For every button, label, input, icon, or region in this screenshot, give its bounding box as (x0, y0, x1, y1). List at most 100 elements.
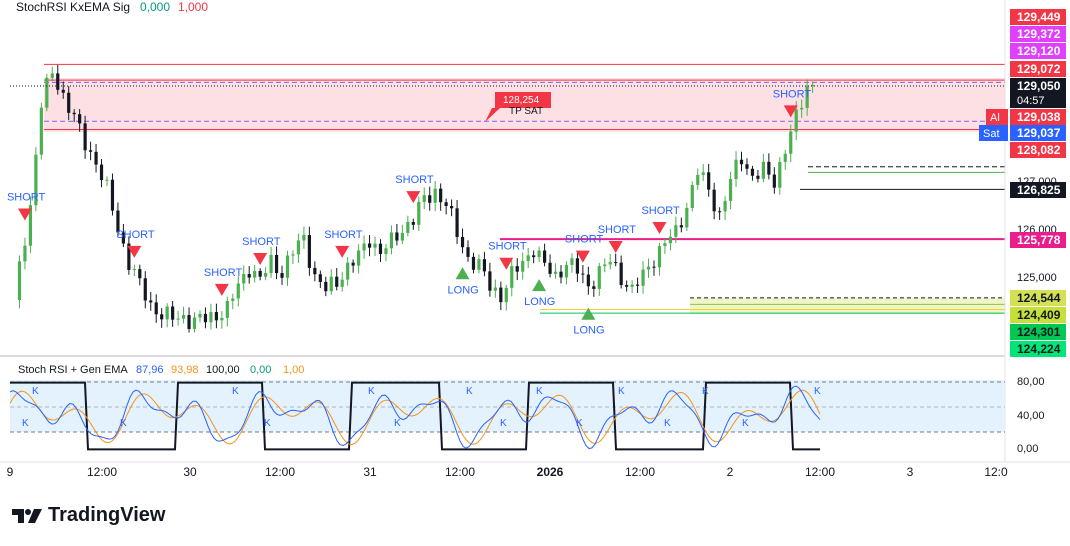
price-label: 124,544 (1017, 291, 1061, 305)
long-label: LONG (524, 296, 555, 308)
price-label: 129,050 (1017, 79, 1061, 93)
candle-body (455, 208, 459, 237)
candle-body (499, 287, 503, 303)
time-label: 12:00 (87, 465, 117, 479)
candle-body (646, 266, 651, 270)
candle-body (324, 281, 328, 292)
candle-body (488, 271, 492, 291)
short-arrow (608, 241, 623, 254)
candle-body (679, 225, 683, 228)
candle-body (154, 302, 158, 315)
candle-body (94, 151, 98, 165)
price-label: 129,120 (1017, 44, 1061, 58)
brand-name: TradingView (48, 504, 166, 526)
candle-body (581, 273, 585, 275)
candle-body (783, 153, 787, 162)
candle-body (504, 287, 508, 303)
osc-k: 87,96 (136, 364, 164, 376)
candle-body (335, 276, 339, 287)
osc-v4: 0,00 (250, 364, 271, 376)
osc-k-marker: K (702, 386, 709, 397)
candle-body (674, 225, 678, 237)
tradingview-logo[interactable]: TradingView (12, 504, 165, 527)
price-label: 129,449 (1017, 10, 1061, 24)
candle-body (274, 254, 279, 274)
candle-body (105, 179, 109, 181)
long-label: LONG (573, 325, 604, 337)
osc-scale-tick: 80,00 (1017, 376, 1045, 388)
candle-body (477, 259, 481, 270)
candle-body (225, 300, 229, 318)
candle-body (575, 258, 580, 274)
candle-body (718, 211, 722, 213)
long-arrow (455, 267, 470, 280)
candle-body (794, 109, 798, 132)
candle-body (389, 232, 394, 249)
price-label: 125,778 (1017, 233, 1061, 247)
candle-body (728, 179, 733, 201)
osc-k-marker: K (618, 386, 625, 397)
candle-body (767, 161, 771, 175)
price-tag: Sat (983, 128, 1000, 140)
candle-body (471, 256, 476, 270)
candle-body (422, 195, 426, 202)
candle-body (559, 271, 563, 278)
candle-body (258, 270, 262, 277)
candle-body (510, 266, 514, 288)
candle-body (367, 243, 372, 248)
candle-body (586, 274, 590, 287)
price-tag: Al (990, 112, 1000, 124)
candle-body (400, 232, 404, 241)
candle-body (214, 312, 218, 321)
candle-body (198, 313, 202, 318)
osc-band (10, 380, 1005, 432)
candle-body (707, 172, 711, 190)
candle-body (614, 262, 618, 264)
short-label: SHORT (116, 229, 155, 241)
candle-body (526, 255, 530, 261)
callout-value: 128,254 (503, 95, 540, 106)
candle-body (209, 312, 213, 323)
candle-body (296, 240, 301, 255)
time-label: 9 (7, 465, 14, 479)
candle-body (99, 164, 104, 181)
short-label: SHORT (324, 229, 363, 241)
candle-body (138, 269, 142, 279)
candle-body (789, 131, 793, 154)
candle-body (553, 271, 558, 274)
candle-body (521, 260, 525, 272)
long-arrow (532, 279, 547, 292)
osc-k-marker: K (742, 418, 749, 429)
candle-body (313, 267, 317, 275)
candle-body (548, 262, 552, 274)
candle-body (88, 150, 93, 152)
candle-body (78, 114, 82, 124)
candle-body (641, 269, 645, 286)
candle-body (362, 243, 366, 251)
osc-k-marker: K (500, 418, 507, 429)
candle-body (690, 185, 694, 208)
short-label: SHORT (204, 267, 243, 279)
candle-body (165, 306, 169, 320)
candle-body (750, 168, 755, 176)
osc-scale-tick: 40,00 (1017, 410, 1045, 422)
candle-body (39, 107, 43, 155)
candle-body (171, 306, 175, 320)
candle-body (50, 73, 54, 78)
candle-body (181, 315, 186, 319)
candle-body (739, 159, 744, 165)
candle-body (542, 250, 547, 263)
candle-body (318, 274, 322, 282)
short-arrow (214, 283, 229, 296)
candle-body (247, 274, 251, 278)
candle-body (592, 286, 596, 289)
study-val-a: 0,000 (140, 0, 170, 14)
osc-scale-tick: 0,00 (1017, 443, 1038, 455)
osc-k-marker: K (32, 386, 39, 397)
candle-body (67, 92, 71, 113)
time-label: 12:00 (625, 465, 655, 479)
osc-k-marker: K (466, 386, 473, 397)
candle-body (433, 188, 437, 203)
candle-body (378, 243, 383, 255)
candle-body (734, 159, 738, 180)
